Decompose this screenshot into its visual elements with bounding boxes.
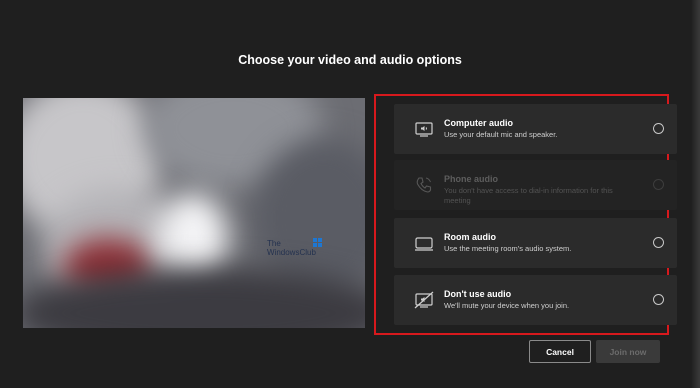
option-no-audio[interactable]: Don't use audio We'll mute your device w…: [394, 275, 677, 325]
video-preview: The WindowsClub: [23, 98, 365, 328]
option-title: Phone audio: [444, 174, 498, 184]
option-description: Use the meeting room's audio system.: [444, 244, 572, 253]
radio-phone-audio: [653, 179, 664, 190]
watermark-logo-icon: [313, 238, 322, 247]
option-description: Use your default mic and speaker.: [444, 130, 558, 139]
option-title: Computer audio: [444, 118, 513, 128]
join-now-button[interactable]: Join now: [596, 340, 660, 363]
option-phone-audio: Phone audio You don't have access to dia…: [394, 160, 677, 210]
option-title: Don't use audio: [444, 289, 512, 299]
option-room-audio[interactable]: Room audio Use the meeting room's audio …: [394, 218, 677, 268]
phone-icon: [416, 177, 432, 193]
option-description: You don't have access to dial-in informa…: [444, 186, 613, 205]
watermark-line: WindowsClub: [267, 248, 316, 257]
no-audio-icon: [414, 291, 434, 309]
dialog-title: Choose your video and audio options: [238, 53, 462, 67]
computer-audio-icon: [415, 122, 433, 137]
watermark-line: The: [267, 239, 281, 248]
audio-options-panel: Computer audio Use your default mic and …: [374, 94, 677, 335]
room-audio-icon: [415, 237, 433, 251]
radio-computer-audio[interactable]: [653, 123, 664, 134]
window-edge: [691, 0, 700, 388]
option-title: Room audio: [444, 232, 496, 242]
option-computer-audio[interactable]: Computer audio Use your default mic and …: [394, 104, 677, 154]
radio-no-audio[interactable]: [653, 294, 664, 305]
option-description: We'll mute your device when you join.: [444, 301, 570, 310]
watermark: The WindowsClub: [267, 239, 316, 257]
radio-room-audio[interactable]: [653, 237, 664, 248]
cancel-button[interactable]: Cancel: [529, 340, 591, 363]
